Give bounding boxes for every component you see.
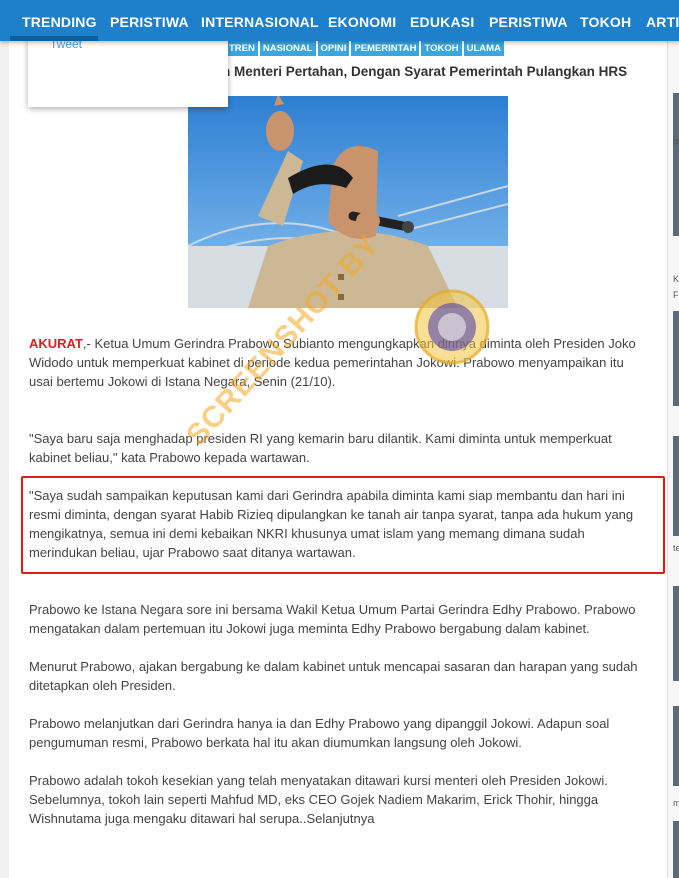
article-paragraph-5: Menurut Prabowo, ajakan bergabung ke dal… <box>29 659 638 693</box>
sidebar-text: P <box>673 138 679 148</box>
share-popup: Tweet <box>28 35 228 107</box>
sidebar-thumbnail[interactable] <box>673 706 679 786</box>
sidebar-thumbnail[interactable] <box>673 311 679 406</box>
sidebar-thumbnail[interactable] <box>673 161 679 236</box>
top-navigation: TRENDING PERISTIWA INTERNASIONAL EKONOMI… <box>0 0 679 41</box>
tag-ulama[interactable]: ULAMA <box>463 41 504 56</box>
article-paragraph-1: AKURAT,- Ketua Umum Gerindra Prabowo Sub… <box>29 334 644 391</box>
nav-item-trending[interactable]: TRENDING <box>22 0 97 41</box>
lead-word: AKURAT <box>29 336 83 351</box>
right-sidebar: P K F te m <box>667 41 679 878</box>
article-paragraph-6: Prabowo melanjutkan dari Gerindra hanya … <box>29 716 610 750</box>
nav-item-peristiwa-2[interactable]: PERISTIWA <box>489 0 568 41</box>
sidebar-thumbnail[interactable] <box>673 586 679 681</box>
nav-item-ekonomi[interactable]: EKONOMI <box>328 0 396 41</box>
sidebar-text: te <box>673 543 679 553</box>
nav-item-tokoh[interactable]: TOKOH <box>580 0 631 41</box>
speaker-photo-illustration <box>188 96 508 308</box>
tag-opini[interactable]: OPINI <box>317 41 350 56</box>
sidebar-text: m <box>673 798 679 808</box>
nav-item-peristiwa[interactable]: PERISTIWA <box>110 0 189 41</box>
paragraph-text: ,- Ketua Umum Gerindra Prabowo Subianto … <box>29 336 636 389</box>
sidebar-text: F <box>673 290 679 300</box>
sidebar-thumbnail[interactable] <box>673 93 679 171</box>
article-paragraph-7: Prabowo adalah tokoh kesekian yang telah… <box>29 773 608 826</box>
sidebar-thumbnail[interactable] <box>673 436 679 536</box>
tag-nasional[interactable]: NASIONAL <box>259 41 316 56</box>
sidebar-thumbnail[interactable] <box>673 821 679 878</box>
article-headline: h Menteri Pertahan, Dengan Syarat Pemeri… <box>222 64 628 79</box>
highlight-box <box>21 476 665 574</box>
nav-item-edukasi[interactable]: EDUKASI <box>410 0 474 41</box>
stamp-logo-icon <box>414 289 490 365</box>
article-paragraph-2: "Saya baru saja menghadap presiden RI ya… <box>29 431 612 465</box>
nav-item-internasional[interactable]: INTERNASIONAL <box>201 0 319 41</box>
tag-tren[interactable]: TREN <box>226 41 258 56</box>
article-photo <box>188 96 508 308</box>
left-gutter <box>0 41 9 878</box>
tag-pemerintah[interactable]: PEMERINTAH <box>351 41 420 56</box>
nav-item-artikel[interactable]: ARTI <box>646 0 679 41</box>
article-paragraph-4: Prabowo ke Istana Negara sore ini bersam… <box>29 602 636 636</box>
sidebar-text: K <box>673 274 679 284</box>
tag-tokoh[interactable]: TOKOH <box>421 41 462 56</box>
nav-active-indicator <box>10 36 98 41</box>
